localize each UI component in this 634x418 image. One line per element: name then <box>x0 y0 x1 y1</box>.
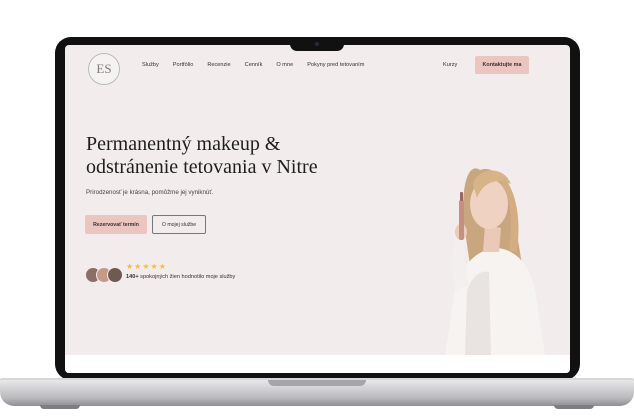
reviews-label: spokojných žien hodnotilo moje služby <box>138 274 236 280</box>
nav-item-sluzby[interactable]: Služby <box>142 62 159 68</box>
avatar <box>107 267 123 283</box>
laptop-frame: ES Služby Portfólio Recenzie Cenník O mn… <box>0 0 634 418</box>
rating-stars-icon: ★★★★★ <box>126 262 167 271</box>
laptop-foot <box>554 405 594 409</box>
about-service-button[interactable]: O mojej službe <box>152 215 206 234</box>
contact-button[interactable]: Kontaktujte ma <box>475 56 529 74</box>
reviews-count: 140+ <box>126 274 139 280</box>
nav-item-cennik[interactable]: Cenník <box>245 62 263 68</box>
nav-item-portfolio[interactable]: Portfólio <box>173 62 194 68</box>
site-logo[interactable]: ES <box>88 53 120 85</box>
logo-text: ES <box>96 61 112 76</box>
laptop-foot <box>40 405 80 409</box>
website-screen: ES Služby Portfólio Recenzie Cenník O mn… <box>65 45 570 373</box>
nav-item-recenzie[interactable]: Recenzie <box>207 62 230 68</box>
laptop-opening-groove <box>268 380 366 386</box>
nav-item-o-mne[interactable]: O mne <box>276 62 293 68</box>
main-nav: Služby Portfólio Recenzie Cenník O mne P… <box>142 62 364 68</box>
hero-photo <box>445 168 545 355</box>
book-appointment-button[interactable]: Rezervovať termín <box>85 215 147 234</box>
customer-avatars <box>85 267 123 283</box>
nav-item-pokyny[interactable]: Pokyny pred tetovaním <box>307 62 364 68</box>
nav-item-kurzy[interactable]: Kurzy <box>443 62 457 68</box>
hero-title-line2: odstránenie tetovania v Nitre <box>86 156 318 178</box>
hero-subtitle: Prirodzenosť je krásna, pomôžme jej vyni… <box>86 189 214 196</box>
reviews-text: 140+ spokojných žien hodnotilo moje služ… <box>126 272 236 282</box>
next-section-strip <box>65 355 570 373</box>
hero-title-line1: Permanentný makeup & <box>86 133 281 155</box>
hero-title: Permanentný makeup & odstránenie tetovan… <box>86 133 346 179</box>
camera-icon <box>315 42 319 46</box>
